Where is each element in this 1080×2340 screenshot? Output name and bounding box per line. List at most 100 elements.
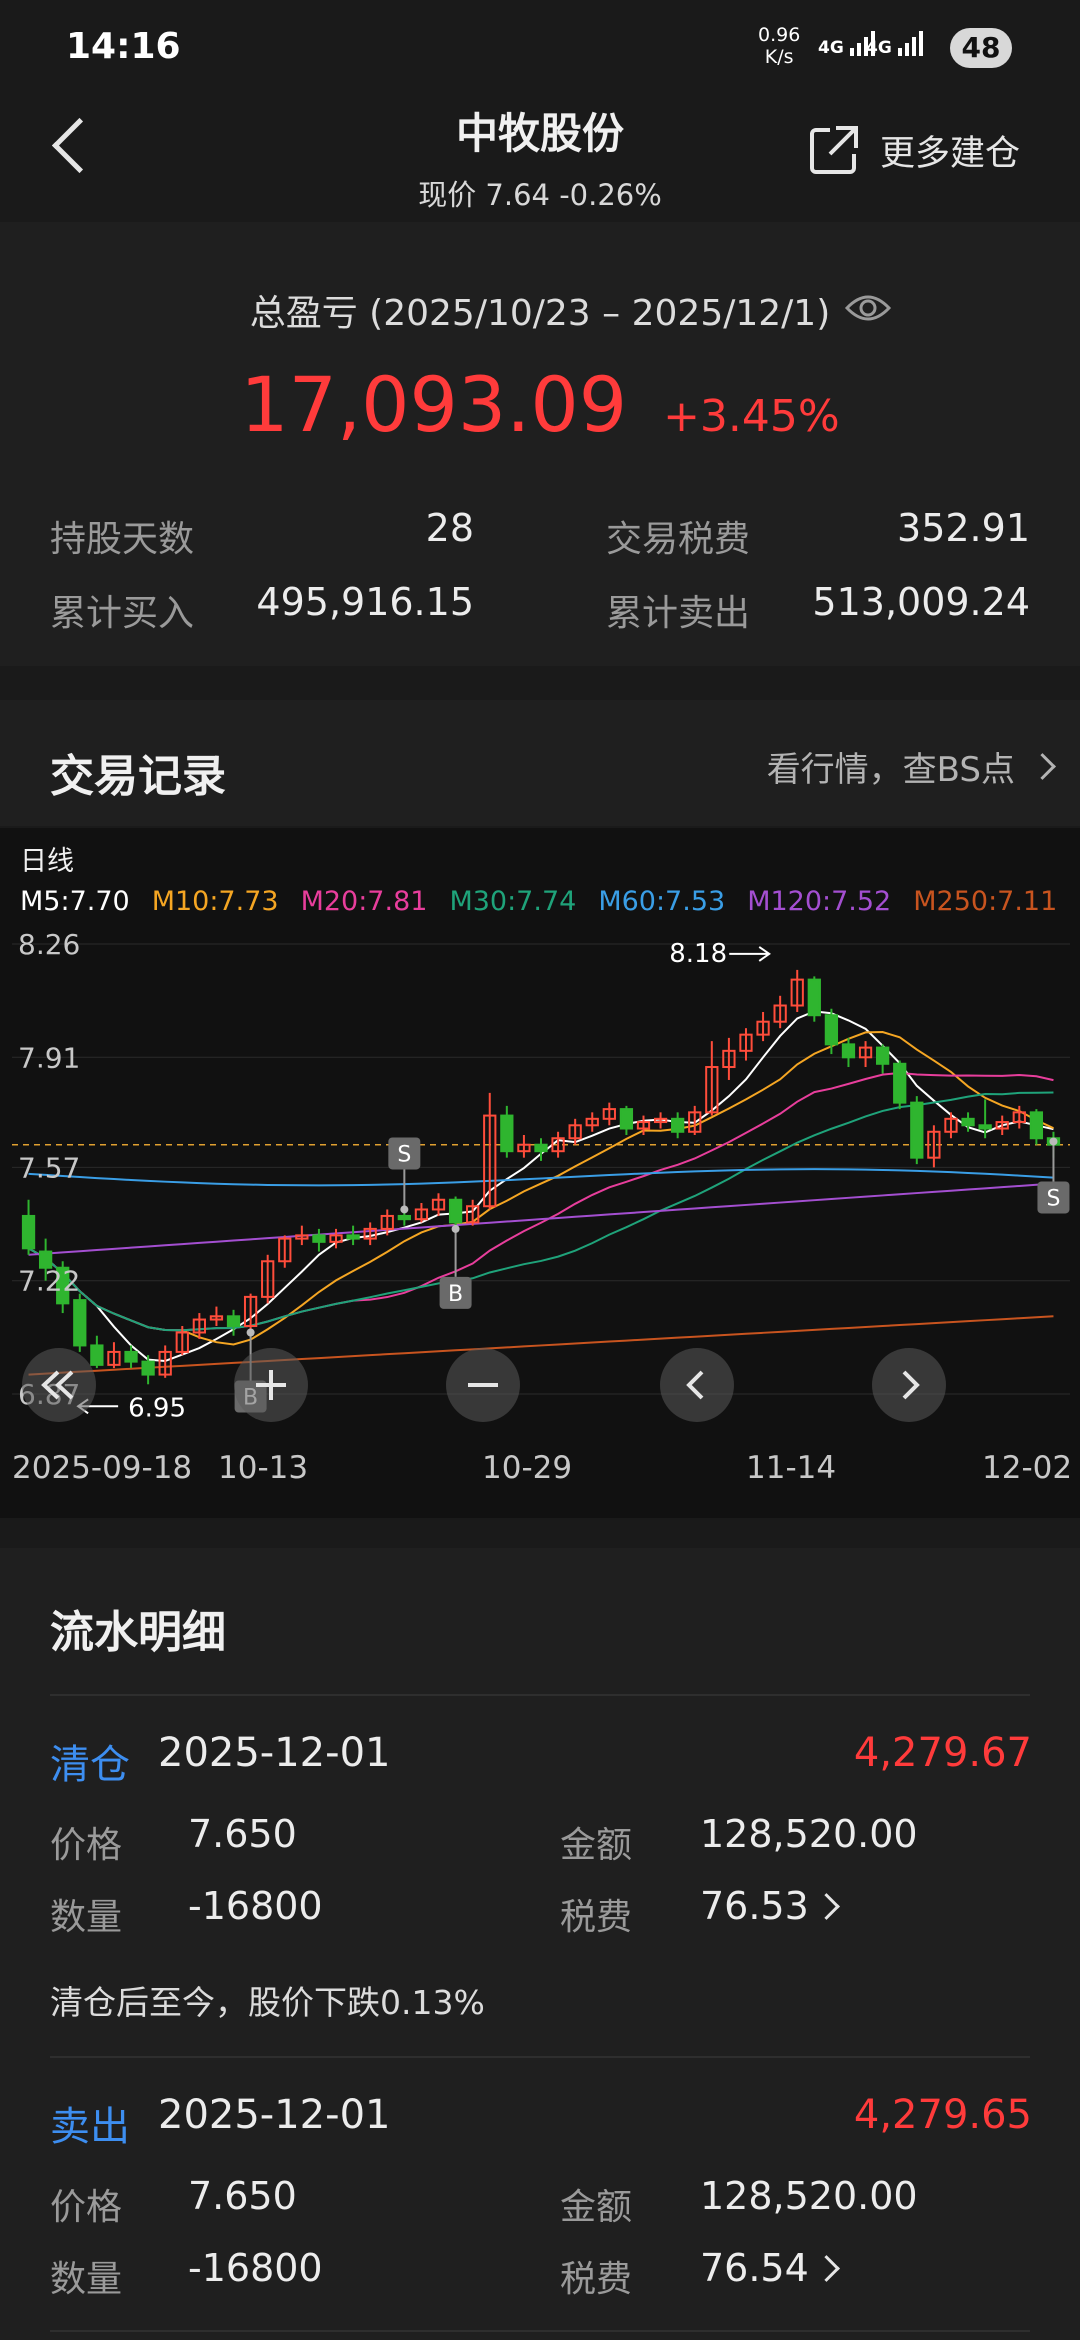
x-date-1: 10-13	[218, 1450, 309, 1486]
candle-body	[448, 1198, 463, 1224]
candle-body	[141, 1360, 155, 1376]
tax-label: 交易税费	[606, 519, 751, 560]
chart-period[interactable]: 日线	[20, 846, 74, 877]
ma-legend-item: M20:7.81	[300, 886, 428, 917]
flow-detail-section	[0, 1548, 1080, 2340]
hold-days-label: 持股天数	[50, 519, 195, 560]
pnl-percent: +3.45%	[663, 391, 840, 442]
candle-body	[824, 1014, 839, 1046]
post-clear-note: 清仓后至今，股价下跌0.13%	[50, 1983, 485, 2022]
candle-body	[346, 1234, 360, 1240]
candle-body	[961, 1117, 975, 1127]
sell-marker: S	[397, 1142, 411, 1167]
flow-amount: 4,279.65	[853, 2092, 1032, 2138]
network-type-1: 4G	[818, 38, 844, 58]
pnl-title: 总盈亏 (2025/10/23 – 2025/12/1)	[249, 293, 831, 334]
total-buy-value: 495,916.15	[256, 580, 474, 624]
chevron-right-icon	[812, 1892, 840, 1920]
high-price-label: 8.18	[669, 939, 727, 969]
ma-legend-item: M5:7.70	[20, 886, 130, 917]
sell-marker: S	[1046, 1186, 1060, 1211]
zoom-in-button[interactable]	[234, 1348, 308, 1422]
tax-value: 352.91	[897, 506, 1030, 550]
candle-body	[124, 1350, 138, 1363]
hold-days-value: 28	[425, 506, 474, 550]
fee-value: 76.54	[700, 2246, 809, 2290]
eye-icon[interactable]	[844, 290, 892, 330]
network-speed: 0.96 K/s	[758, 24, 800, 68]
money-label: 金额	[560, 1825, 633, 1866]
next-button[interactable]	[872, 1348, 946, 1422]
ma-line-120	[28, 1182, 1054, 1256]
ma-legend-item: M60:7.53	[598, 886, 726, 917]
pnl-value: 17,093.09	[240, 360, 628, 449]
bs-marker-dot	[246, 1328, 255, 1337]
ma-legend: 日线 M5:7.70 M10:7.73 M20:7.81 M30:7.74 M60:7.…	[20, 842, 1070, 922]
fee-label: 税费	[560, 1897, 633, 1938]
signal-bars-icon	[897, 31, 923, 56]
price-value: 7.650	[188, 1812, 297, 1856]
prev-button[interactable]	[660, 1348, 734, 1422]
total-sell-label: 累计卖出	[606, 593, 751, 634]
fee-link[interactable]: 76.53	[700, 1884, 840, 1928]
total-sell-value: 513,009.24	[812, 580, 1030, 624]
candle-body	[312, 1234, 326, 1243]
bs-marker-dot	[1049, 1137, 1058, 1146]
y-tick-label: 7.91	[18, 1041, 80, 1074]
network-type-2: 4G	[866, 38, 892, 58]
money-value: 128,520.00	[700, 1812, 918, 1856]
divider	[50, 1694, 1030, 1696]
fee-link[interactable]: 76.54	[700, 2246, 840, 2290]
view-market-link[interactable]: 看行情，查BS点	[766, 742, 1056, 791]
candle-body	[671, 1117, 685, 1133]
candle-body	[807, 978, 821, 1017]
flow-date: 2025-12-01	[158, 2092, 391, 2138]
view-market-label: 看行情，查BS点	[766, 750, 1015, 790]
candle-body	[500, 1114, 514, 1153]
double-chevron-left-icon	[41, 1370, 74, 1400]
divider	[50, 2330, 1030, 2332]
buy-marker: B	[448, 1282, 463, 1307]
candle-body	[397, 1214, 411, 1221]
ma-line-30	[28, 1091, 1054, 1332]
ma-legend-item: M120:7.52	[747, 886, 892, 917]
trade-record-title: 交易记录	[50, 751, 226, 802]
price-label: 价格	[50, 1825, 123, 1866]
candle-body	[226, 1315, 241, 1328]
price-label: 价格	[50, 2187, 123, 2228]
candle-body	[876, 1046, 890, 1065]
candle-body	[21, 1214, 36, 1250]
flow-amount: 4,279.67	[853, 1730, 1032, 1776]
rewind-button[interactable]	[22, 1348, 96, 1422]
price-value: 7.650	[188, 2174, 297, 2218]
money-value: 128,520.00	[700, 2174, 918, 2218]
high-arrow-icon	[729, 946, 771, 962]
ma-legend-item: M30:7.74	[449, 886, 577, 917]
x-date-2: 10-29	[482, 1450, 573, 1486]
zoom-out-button[interactable]	[446, 1348, 520, 1422]
network-speed-unit: K/s	[764, 46, 794, 68]
candle-body	[910, 1101, 924, 1159]
y-tick-label: 8.26	[18, 928, 80, 961]
candle-body	[73, 1299, 87, 1347]
status-time: 14:16	[66, 26, 181, 67]
chevron-right-icon	[1029, 753, 1056, 780]
candle-body	[619, 1108, 634, 1130]
more-positions-button[interactable]: 更多建仓	[806, 120, 1020, 180]
flow-tag-sell: 卖出	[50, 2104, 130, 2150]
candle-body	[841, 1043, 856, 1059]
minus-icon	[468, 1383, 498, 1387]
ma-line-20	[28, 1071, 1054, 1332]
battery-indicator: 48	[950, 28, 1012, 68]
external-link-icon	[810, 126, 858, 174]
candle-body	[534, 1143, 548, 1153]
ma-legend-item: M250:7.11	[913, 886, 1058, 917]
bs-marker-dot	[400, 1205, 409, 1214]
qty-value: -16800	[188, 1884, 323, 1928]
signal-2: 4G	[866, 28, 926, 58]
flow-tag-clear: 清仓	[50, 1742, 130, 1788]
qty-value: -16800	[188, 2246, 323, 2290]
total-buy-label: 累计买入	[50, 593, 195, 634]
fee-value: 76.53	[700, 1884, 809, 1928]
x-date-4: 12-02	[982, 1450, 1073, 1486]
